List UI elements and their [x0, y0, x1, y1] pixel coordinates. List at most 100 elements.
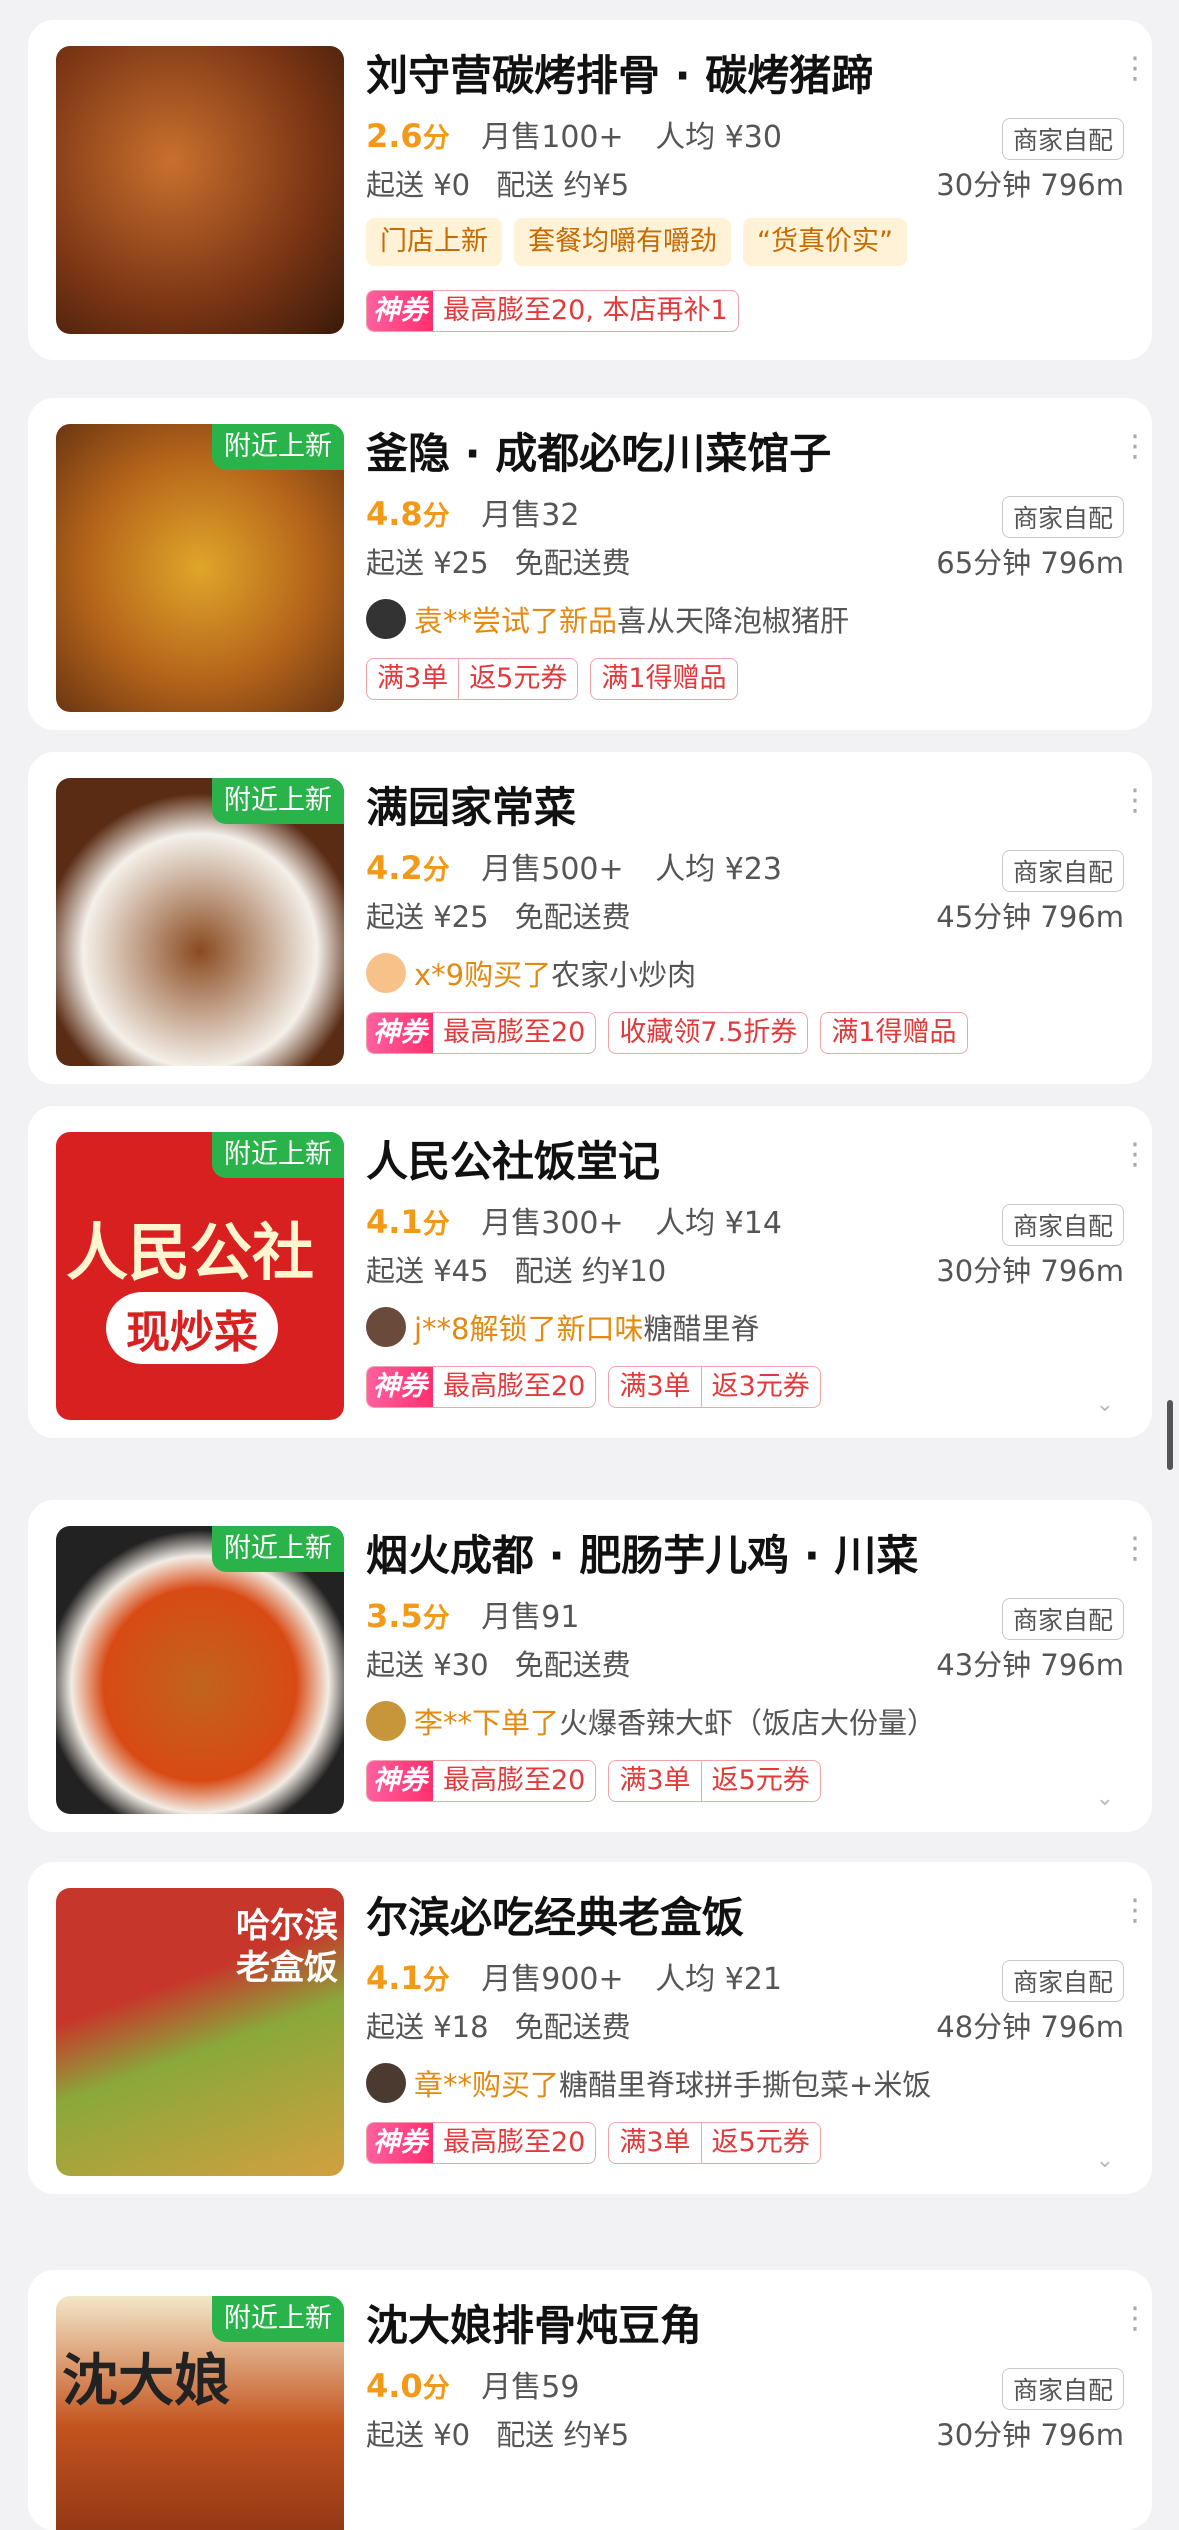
more-icon[interactable]: ⋮ — [1120, 786, 1150, 816]
coupon-tag[interactable]: 收藏领7.5折券 — [608, 1012, 809, 1054]
coupon-tag[interactable]: 满3单 返5元券 — [366, 658, 579, 700]
monthly-sales: 月售100+ — [481, 120, 624, 155]
more-icon[interactable]: ⋮ — [1120, 1896, 1150, 1926]
eta-distance: 30分钟 796m — [936, 1254, 1124, 1288]
coupon-tag[interactable]: 神券 最高膨至20 — [366, 1012, 597, 1054]
rating: 2.6分 — [366, 117, 450, 155]
thumb-text: 人民公社 — [66, 1216, 315, 1289]
delivery-type-tag: 商家自配 — [1001, 1204, 1124, 1246]
coupon-tag[interactable]: 满1得赠品 — [820, 1012, 968, 1054]
store-title: 烟火成都 · 肥肠芋儿鸡 · 川菜 — [366, 1531, 919, 1580]
coupon-tag[interactable]: 满3单 返3元券 — [608, 1366, 821, 1408]
avatar — [366, 953, 406, 993]
store-thumbnail[interactable] — [56, 46, 344, 334]
store-card[interactable]: 人民公社 现炒菜 附近上新 人民公社饭堂记 ⋮ 4.1分 月售300+ 人均 ¥… — [28, 1106, 1152, 1438]
store-title: 刘守营碳烤排骨 · 碳烤猪蹄 — [366, 51, 874, 100]
thumb-text: 现炒菜 — [106, 1292, 278, 1364]
new-badge: 附近上新 — [212, 1132, 344, 1178]
store-title: 人民公社饭堂记 — [366, 1137, 661, 1186]
delivery-info: 起送 ¥30 免配送费 — [366, 1648, 631, 1682]
coupon-tag[interactable]: 神券 最高膨至20, 本店再补1 — [366, 290, 739, 332]
delivery-info: 起送 ¥25 免配送费 — [366, 546, 631, 580]
store-stats: 3.5分 月售91 — [366, 1597, 580, 1635]
monthly-sales: 月售32 — [481, 498, 580, 533]
coupon-tags: 神券 最高膨至20 满3单 返5元券 — [366, 2122, 821, 2164]
rating: 4.2分 — [366, 849, 450, 887]
eta-distance: 30分钟 796m — [936, 168, 1124, 202]
coupon-tag[interactable]: 满3单 返5元券 — [608, 1760, 821, 1802]
store-thumbnail[interactable]: 沈大娘 附近上新 — [56, 2296, 344, 2530]
more-icon[interactable]: ⋮ — [1120, 432, 1150, 462]
coupon-tags: 神券 最高膨至20 满3单 返3元券 — [366, 1366, 821, 1408]
new-badge: 附近上新 — [212, 1526, 344, 1572]
store-stats: 4.1分 月售900+ 人均 ¥21 — [366, 1959, 782, 1997]
coupon-tag[interactable]: 满3单 返5元券 — [608, 2122, 821, 2164]
more-icon[interactable]: ⋮ — [1120, 54, 1150, 84]
store-card[interactable]: 附近上新 烟火成都 · 肥肠芋儿鸡 · 川菜 ⋮ 3.5分 月售91 商家自配 … — [28, 1500, 1152, 1832]
feature-tags: 门店上新 套餐均嚼有嚼劲 “货真价实” — [366, 218, 907, 266]
store-thumbnail[interactable]: 哈尔滨 老盒饭 — [56, 1888, 344, 2176]
feature-tag: 门店上新 — [366, 218, 502, 266]
eta-distance: 30分钟 796m — [936, 2418, 1124, 2452]
delivery-info: 起送 ¥0 配送 约¥5 — [366, 162, 629, 204]
store-title: 尔滨必吃经典老盒饭 — [366, 1893, 745, 1942]
delivery-fee: 配送 约¥5 — [496, 168, 630, 202]
min-order: 起送 ¥0 — [366, 168, 471, 202]
thumb-text: 老盒饭 — [236, 1948, 338, 1988]
store-title: 满园家常菜 — [366, 783, 577, 832]
feature-tag: 套餐均嚼有嚼劲 — [514, 218, 731, 266]
coupon-tag[interactable]: 神券 最高膨至20 — [366, 1366, 597, 1408]
avatar — [366, 1701, 406, 1741]
store-card[interactable]: 刘守营碳烤排骨 · 碳烤猪蹄 ⋮ 2.6分 月售100+ 人均 ¥30 商家自配… — [28, 20, 1152, 360]
delivery-type-tag: 商家自配 — [1001, 1598, 1124, 1640]
store-thumbnail[interactable]: 人民公社 现炒菜 附近上新 — [56, 1132, 344, 1420]
rating: 3.5分 — [366, 1597, 450, 1635]
delivery-type-tag: 商家自配 — [1001, 2368, 1124, 2410]
new-badge: 附近上新 — [212, 424, 344, 470]
chevron-down-icon[interactable]: ⌄ — [1096, 1786, 1114, 1811]
delivery-info: 起送 ¥25 免配送费 — [366, 900, 631, 934]
coupon-tag[interactable]: 满1得赠品 — [590, 658, 738, 700]
more-icon[interactable]: ⋮ — [1120, 1140, 1150, 1170]
eta-distance: 65分钟 796m — [936, 546, 1124, 580]
store-stats: 4.2分 月售500+ 人均 ¥23 — [366, 849, 782, 887]
recent-activity: 李**下单了 火爆香辣大虾（饭店大份量） — [366, 1700, 936, 1742]
coupon-tags: 神券 最高膨至20 满3单 返5元券 — [366, 1760, 821, 1802]
chevron-down-icon[interactable]: ⌄ — [1096, 1392, 1114, 1417]
coupon-tags: 满3单 返5元券 满1得赠品 — [366, 658, 738, 700]
more-icon[interactable]: ⋮ — [1120, 1534, 1150, 1564]
coupon-tags: 神券 最高膨至20 收藏领7.5折券 满1得赠品 — [366, 1012, 968, 1054]
delivery-info: 起送 ¥18 免配送费 — [366, 2010, 631, 2044]
scrollbar[interactable] — [1167, 1400, 1173, 1470]
recent-activity: 章**购买了 糖醋里脊球拼手撕包菜+米饭 — [366, 2062, 931, 2104]
recent-activity: j**8解锁了新口味 糖醋里脊 — [366, 1306, 760, 1348]
rating: 4.0分 — [366, 2367, 450, 2405]
coupon-tag[interactable]: 神券 最高膨至20 — [366, 1760, 597, 1802]
store-title: 沈大娘排骨炖豆角 — [366, 2301, 703, 2350]
rating: 4.8分 — [366, 495, 450, 533]
recent-activity: 袁**尝试了新品 喜从天降泡椒猪肝 — [366, 598, 849, 640]
feature-tag: “货真价实” — [743, 218, 907, 266]
delivery-type-tag: 商家自配 — [1001, 850, 1124, 892]
store-stats: 2.6分 月售100+ 人均 ¥30 — [366, 112, 782, 156]
delivery-type-tag: 商家自配 — [1001, 496, 1124, 538]
store-thumbnail[interactable]: 附近上新 — [56, 778, 344, 1066]
store-title: 釜隐 · 成都必吃川菜馆子 — [366, 429, 832, 478]
store-card[interactable]: 沈大娘 附近上新 沈大娘排骨炖豆角 ⋮ 4.0分 月售59 商家自配 起送 ¥0… — [28, 2270, 1152, 2530]
delivery-type-tag: 商家自配 — [1001, 118, 1124, 160]
coupon-tag[interactable]: 神券 最高膨至20 — [366, 2122, 597, 2164]
store-stats: 4.0分 月售59 — [366, 2367, 580, 2405]
store-thumbnail[interactable]: 附近上新 — [56, 424, 344, 712]
store-card[interactable]: 附近上新 釜隐 · 成都必吃川菜馆子 ⋮ 4.8分 月售32 商家自配 起送 ¥… — [28, 398, 1152, 730]
delivery-info: 起送 ¥45 配送 约¥10 — [366, 1254, 667, 1288]
avatar — [366, 599, 406, 639]
thumb-text: 沈大娘 — [62, 2348, 230, 2414]
store-thumbnail[interactable]: 附近上新 — [56, 1526, 344, 1814]
store-card[interactable]: 哈尔滨 老盒饭 尔滨必吃经典老盒饭 ⋮ 4.1分 月售900+ 人均 ¥21 商… — [28, 1862, 1152, 2194]
new-badge: 附近上新 — [212, 778, 344, 824]
store-card[interactable]: 附近上新 满园家常菜 ⋮ 4.2分 月售500+ 人均 ¥23 商家自配 起送 … — [28, 752, 1152, 1084]
store-stats: 4.8分 月售32 — [366, 490, 579, 534]
more-icon[interactable]: ⋮ — [1120, 2304, 1150, 2334]
recent-activity: x*9购买了 农家小炒肉 — [366, 952, 696, 994]
chevron-down-icon[interactable]: ⌄ — [1096, 2148, 1114, 2173]
